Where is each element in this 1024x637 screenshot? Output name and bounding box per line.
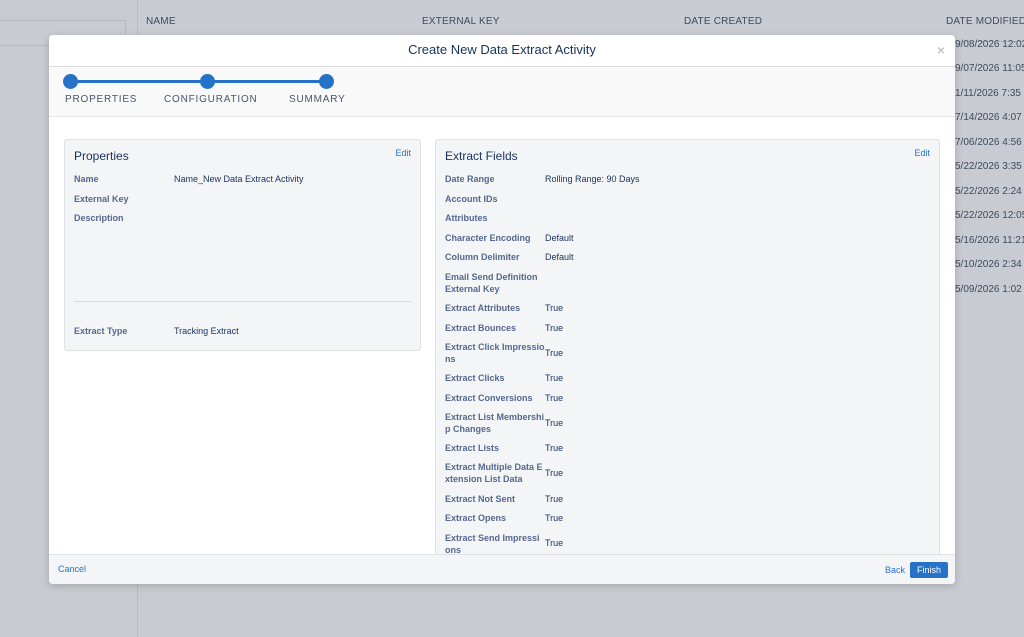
field-label: Email Send Definition External Key bbox=[445, 272, 538, 294]
property-value-extract-type: Tracking Extract bbox=[174, 326, 239, 336]
field-value: True bbox=[545, 418, 564, 428]
extract-fields-card: Extract Fields Edit Date Range Rolling R… bbox=[435, 139, 940, 554]
close-icon[interactable]: × bbox=[935, 43, 947, 57]
field-value: Default bbox=[545, 233, 574, 243]
field-value: True bbox=[545, 468, 564, 478]
step-label-summary[interactable]: SUMMARY bbox=[289, 94, 346, 105]
progress-stepper bbox=[49, 67, 955, 117]
properties-edit-link[interactable]: Edit bbox=[395, 148, 411, 158]
column-header-date-modified[interactable]: DATE MODIFIED↓ bbox=[946, 16, 1024, 27]
table-row-date-modified: 7/06/2026 4:56 P bbox=[955, 137, 1024, 148]
table-row-date-modified: 5/10/2026 2:34 P bbox=[955, 259, 1024, 270]
field-label: Extract Not Sent bbox=[445, 494, 516, 504]
modal-footer: Cancel Back Finish bbox=[49, 554, 955, 584]
field-value: True bbox=[545, 538, 564, 548]
column-header-name[interactable]: NAME bbox=[146, 16, 176, 27]
column-header-date-created[interactable]: DATE CREATED bbox=[684, 16, 762, 27]
table-row-date-modified: 1/11/2026 7:35 P bbox=[955, 88, 1024, 99]
field-value: True bbox=[545, 303, 564, 313]
table-row-date-modified: 5/22/2026 3:35 P bbox=[955, 161, 1024, 172]
property-label-name: Name bbox=[74, 174, 99, 184]
field-label: Extract Clicks bbox=[445, 373, 505, 383]
field-value: True bbox=[545, 443, 564, 453]
field-label: Attributes bbox=[445, 213, 488, 223]
table-row-date-modified: 5/09/2026 1:02 P bbox=[955, 284, 1024, 295]
field-label: Extract Bounces bbox=[445, 323, 517, 333]
property-label-description: Description bbox=[74, 213, 124, 223]
table-row-date-modified: 5/16/2026 11:21 bbox=[955, 235, 1024, 246]
modal-content: Properties Edit Name Name_New Data Extra… bbox=[49, 118, 955, 554]
table-row-date-modified: 7/14/2026 4:07 P bbox=[955, 112, 1024, 123]
field-label: Extract Multiple Data Extension List Dat… bbox=[445, 462, 543, 484]
field-value: True bbox=[545, 393, 564, 403]
field-value: True bbox=[545, 513, 564, 523]
table-row-date-modified: 5/22/2026 2:24 P bbox=[955, 186, 1024, 197]
field-value: Rolling Range: 90 Days bbox=[545, 174, 640, 184]
table-row-date-modified: 5/22/2026 12:05 bbox=[955, 210, 1024, 221]
field-label: Extract Send Impressions bbox=[445, 533, 540, 554]
table-row-date-modified: 9/07/2026 11:05 bbox=[955, 63, 1024, 74]
properties-card-title: Properties bbox=[74, 149, 129, 163]
back-button[interactable]: Back bbox=[885, 565, 905, 575]
finish-button[interactable]: Finish bbox=[910, 562, 948, 578]
field-label: Extract List Membership Changes bbox=[445, 412, 545, 434]
extract-fields-edit-link[interactable]: Edit bbox=[914, 148, 930, 158]
create-data-extract-modal: Create New Data Extract Activity × PROPE… bbox=[49, 35, 955, 584]
step-label-configuration[interactable]: CONFIGURATION bbox=[164, 94, 258, 105]
field-value: Default bbox=[545, 252, 574, 262]
field-label: Account IDs bbox=[445, 194, 498, 204]
step-label-properties[interactable]: PROPERTIES bbox=[65, 94, 137, 105]
field-label: Extract Opens bbox=[445, 513, 507, 523]
property-label-extract-type: Extract Type bbox=[74, 326, 128, 336]
properties-divider bbox=[74, 301, 411, 302]
field-label: Date Range bbox=[445, 174, 495, 184]
stepper-track bbox=[70, 80, 328, 83]
property-label-external-key: External Key bbox=[74, 194, 129, 204]
field-label: Extract Attributes bbox=[445, 303, 521, 313]
field-label: Extract Lists bbox=[445, 443, 500, 453]
field-label: Character Encoding bbox=[445, 233, 531, 243]
table-row-date-modified: 9/08/2026 12:02 bbox=[955, 39, 1024, 50]
field-label: Extract Conversions bbox=[445, 393, 533, 403]
field-label: Extract Click Impressions bbox=[445, 342, 545, 364]
cancel-button[interactable]: Cancel bbox=[58, 564, 86, 574]
step-indicator-configuration[interactable] bbox=[200, 74, 215, 89]
field-value: True bbox=[545, 348, 564, 358]
properties-card: Properties Edit Name Name_New Data Extra… bbox=[64, 139, 421, 351]
step-indicator-summary[interactable] bbox=[319, 74, 334, 89]
modal-title: Create New Data Extract Activity bbox=[49, 35, 955, 67]
column-header-external-key[interactable]: EXTERNAL KEY bbox=[422, 16, 500, 27]
field-value: True bbox=[545, 323, 564, 333]
field-label: Column Delimiter bbox=[445, 252, 520, 262]
extract-fields-card-title: Extract Fields bbox=[445, 149, 518, 163]
property-value-name: Name_New Data Extract Activity bbox=[174, 174, 304, 184]
field-value: True bbox=[545, 494, 564, 504]
step-indicator-properties[interactable] bbox=[63, 74, 78, 89]
column-header-date-modified-label: DATE MODIFIED bbox=[946, 16, 1024, 27]
field-value: True bbox=[545, 373, 564, 383]
